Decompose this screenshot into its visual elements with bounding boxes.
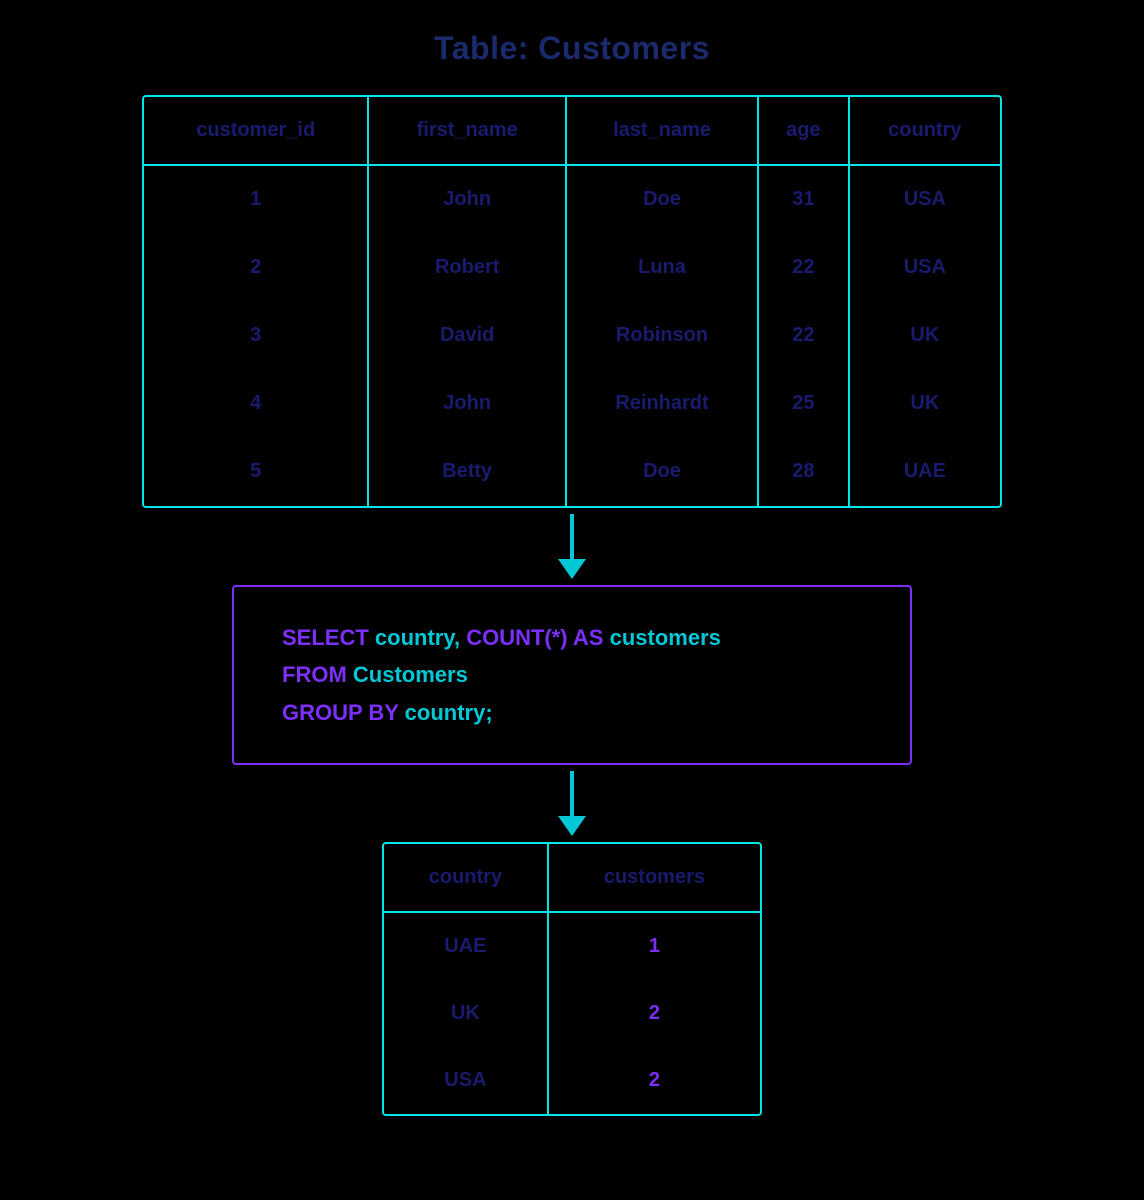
cell-last_name: Doe <box>566 165 758 234</box>
result-cell-customers: 2 <box>548 980 760 1047</box>
cell-last_name: Robinson <box>566 302 758 370</box>
customers-table: customer_id first_name last_name age cou… <box>144 97 1000 506</box>
cell-age: 25 <box>758 370 849 438</box>
result-cell-country: UAE <box>384 912 548 980</box>
arrow-head-2 <box>558 816 586 836</box>
result-cell-customers: 1 <box>548 912 760 980</box>
cell-first_name: David <box>368 302 566 370</box>
cell-last_name: Luna <box>566 234 758 302</box>
table-row: 1JohnDoe31USA <box>144 165 1000 234</box>
result-table: country customers UAE1UK2USA2 <box>384 844 760 1114</box>
sql-alias: customers <box>603 625 720 650</box>
result-row: UK2 <box>384 980 760 1047</box>
cell-customer_id: 3 <box>144 302 368 370</box>
cell-age: 31 <box>758 165 849 234</box>
sql-groupby-col: country; <box>399 700 493 725</box>
result-table-wrapper: country customers UAE1UK2USA2 <box>382 842 762 1116</box>
result-header-row: country customers <box>384 844 760 912</box>
result-col-customers: customers <box>548 844 760 912</box>
cell-age: 22 <box>758 234 849 302</box>
sql-select-cols: country, <box>369 625 466 650</box>
sql-count-kw: COUNT(*) AS <box>466 625 603 650</box>
cell-first_name: John <box>368 165 566 234</box>
main-container: Table: Customers customer_id first_name … <box>0 30 1144 1116</box>
cell-customer_id: 1 <box>144 165 368 234</box>
col-customer-id: customer_id <box>144 97 368 165</box>
arrow-shaft-2 <box>570 771 574 816</box>
col-first-name: first_name <box>368 97 566 165</box>
sql-from-table: Customers <box>347 662 468 687</box>
result-row: USA2 <box>384 1047 760 1114</box>
arrow-shaft-1 <box>570 514 574 559</box>
sql-line-3: GROUP BY country; <box>282 694 862 731</box>
table-row: 4JohnReinhardt25UK <box>144 370 1000 438</box>
table-row: 5BettyDoe28UAE <box>144 438 1000 506</box>
result-row: UAE1 <box>384 912 760 980</box>
col-last-name: last_name <box>566 97 758 165</box>
sql-groupby-kw: GROUP BY <box>282 700 399 725</box>
cell-country: UK <box>849 370 1000 438</box>
cell-customer_id: 2 <box>144 234 368 302</box>
result-col-country: country <box>384 844 548 912</box>
cell-customer_id: 5 <box>144 438 368 506</box>
table-row: 2RobertLuna22USA <box>144 234 1000 302</box>
cell-first_name: Betty <box>368 438 566 506</box>
cell-first_name: Robert <box>368 234 566 302</box>
cell-last_name: Reinhardt <box>566 370 758 438</box>
cell-age: 28 <box>758 438 849 506</box>
table-header-row: customer_id first_name last_name age cou… <box>144 97 1000 165</box>
sql-box: SELECT country, COUNT(*) AS customers FR… <box>232 585 912 765</box>
arrow-head-1 <box>558 559 586 579</box>
arrow-down-2 <box>558 771 586 836</box>
sql-line-2: FROM Customers <box>282 656 862 693</box>
sql-line-1: SELECT country, COUNT(*) AS customers <box>282 619 862 656</box>
page-title: Table: Customers <box>434 30 710 67</box>
table-row: 3DavidRobinson22UK <box>144 302 1000 370</box>
result-cell-customers: 2 <box>548 1047 760 1114</box>
cell-country: UK <box>849 302 1000 370</box>
cell-age: 22 <box>758 302 849 370</box>
result-cell-country: UK <box>384 980 548 1047</box>
col-country: country <box>849 97 1000 165</box>
cell-customer_id: 4 <box>144 370 368 438</box>
col-age: age <box>758 97 849 165</box>
result-cell-country: USA <box>384 1047 548 1114</box>
cell-country: USA <box>849 234 1000 302</box>
cell-last_name: Doe <box>566 438 758 506</box>
sql-from-kw: FROM <box>282 662 347 687</box>
top-table-wrapper: customer_id first_name last_name age cou… <box>142 95 1002 508</box>
sql-select-kw: SELECT <box>282 625 369 650</box>
arrow-down-1 <box>558 514 586 579</box>
cell-first_name: John <box>368 370 566 438</box>
cell-country: USA <box>849 165 1000 234</box>
cell-country: UAE <box>849 438 1000 506</box>
